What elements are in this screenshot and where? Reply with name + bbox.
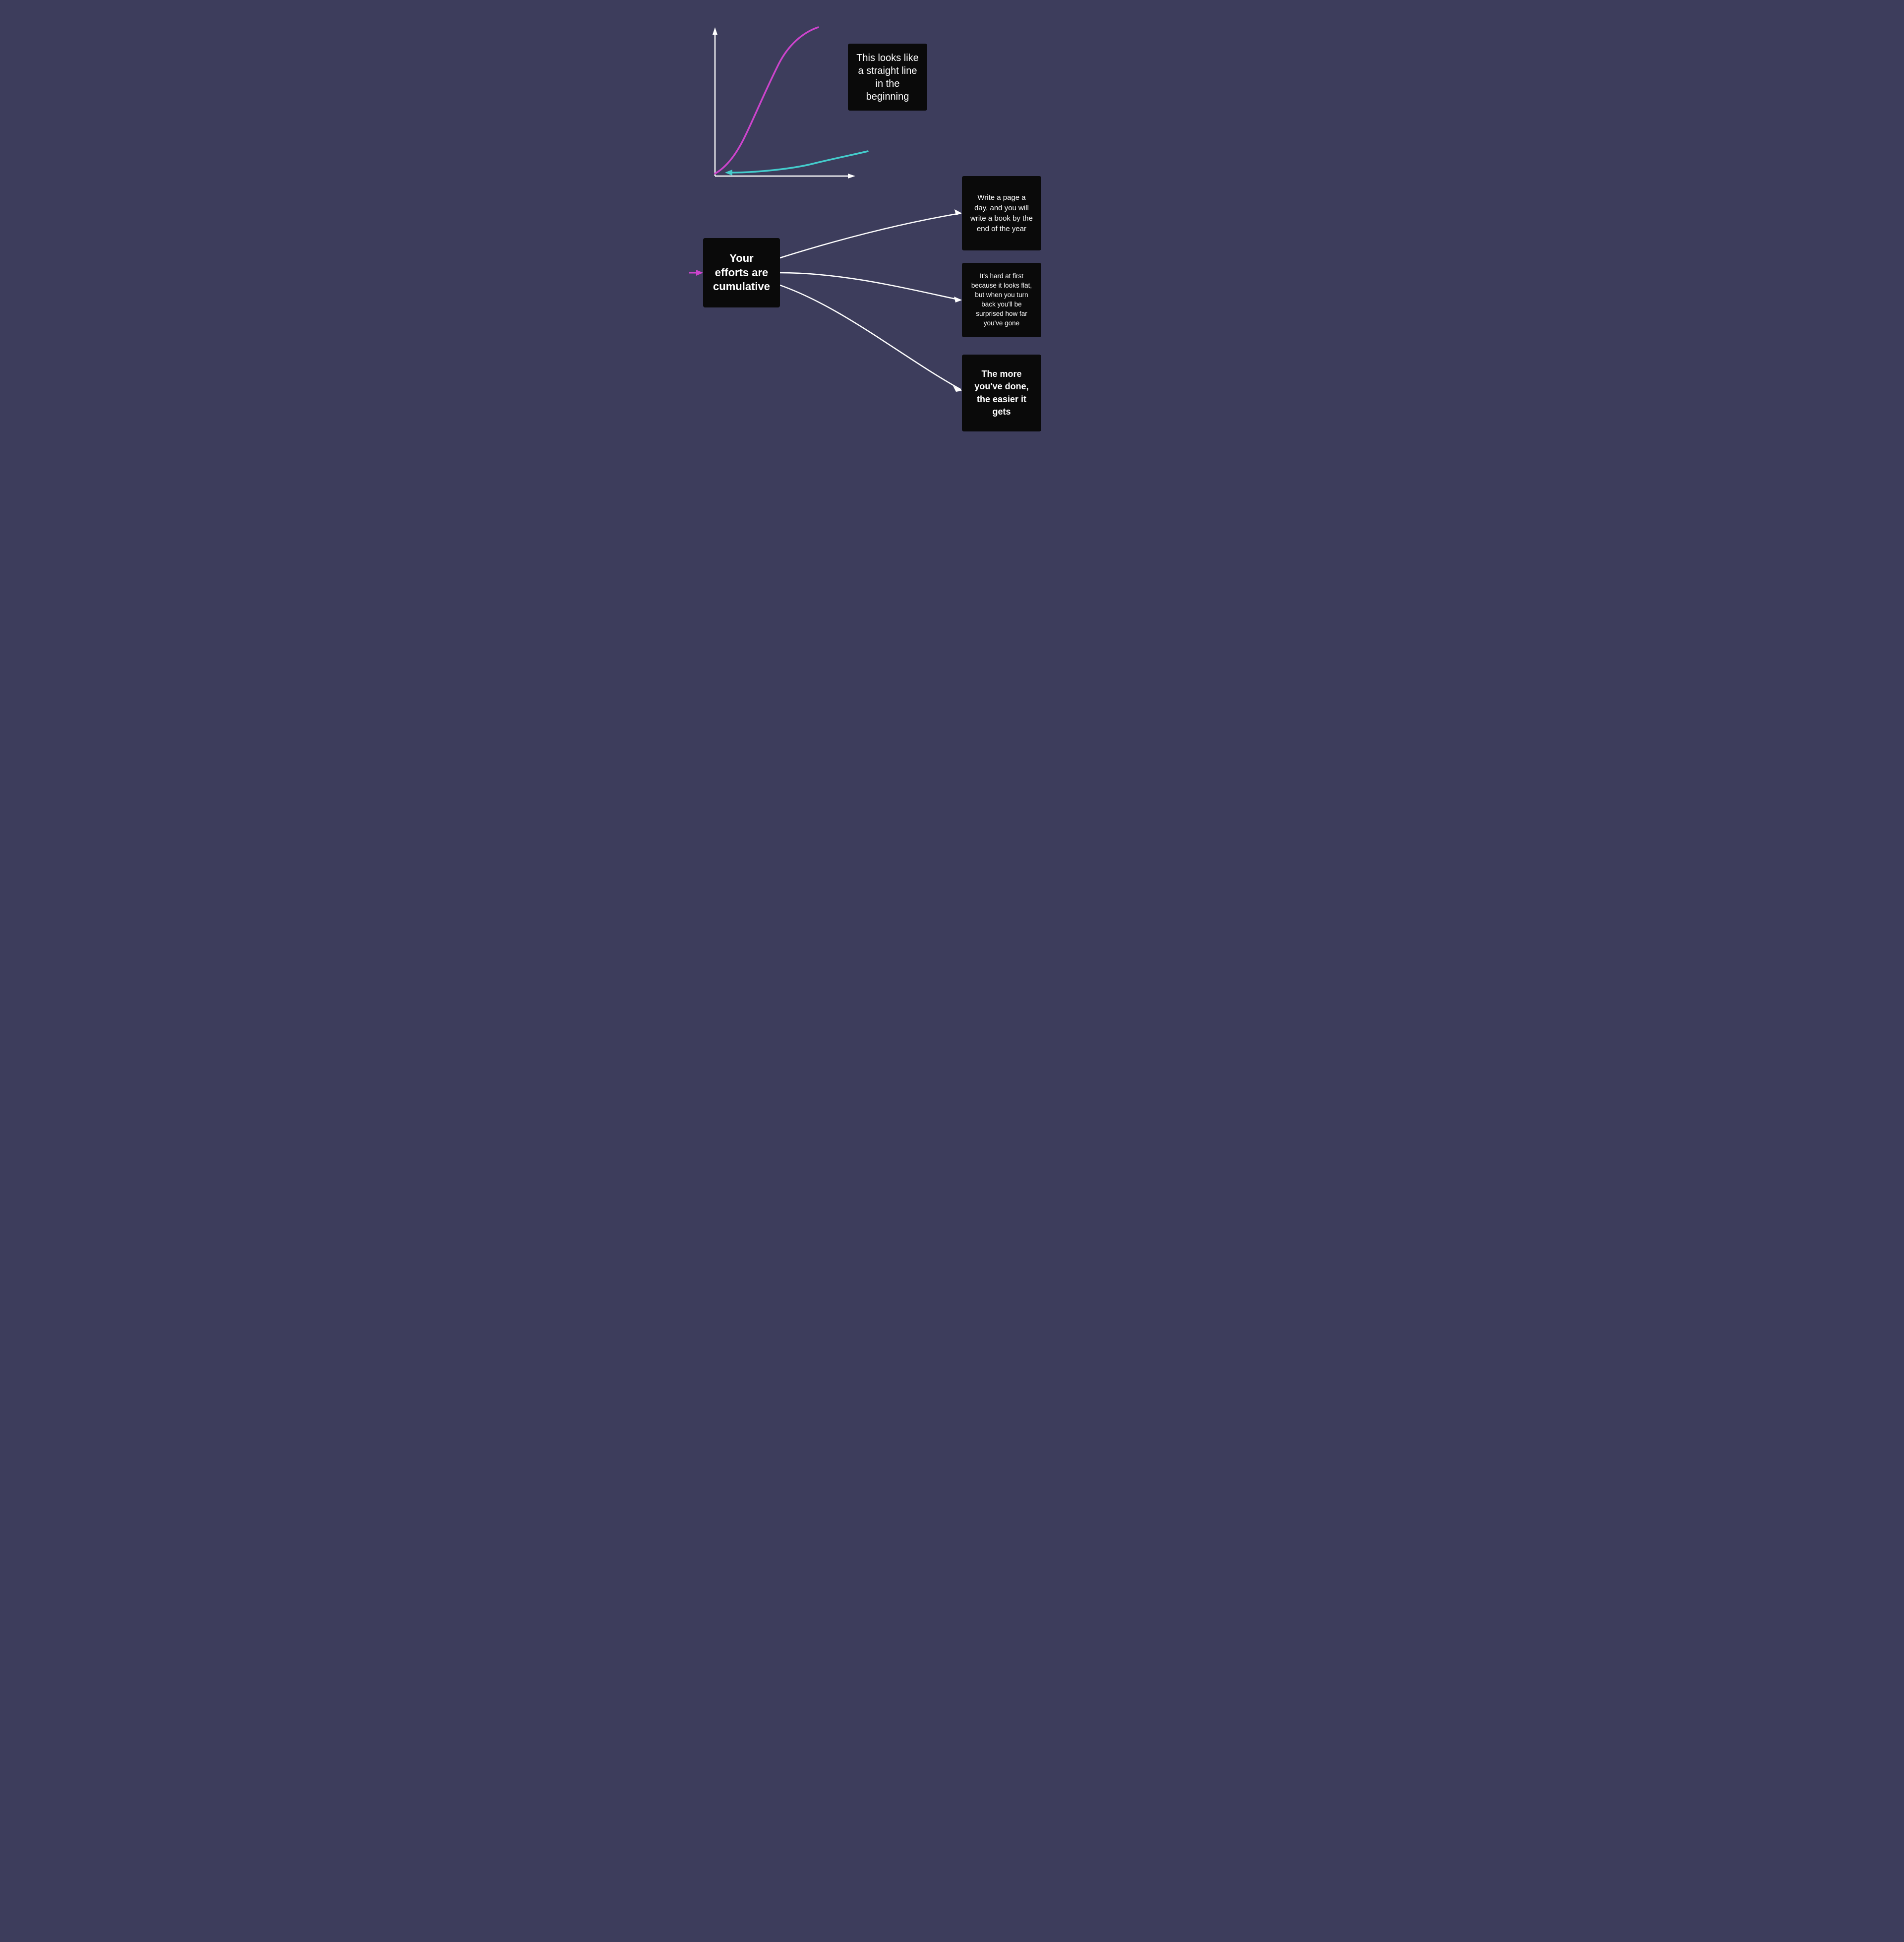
card-more-youve-done-text: The more you've done, the easier it gets	[970, 368, 1033, 418]
card-hard-at-first: It's hard at first because it looks flat…	[962, 263, 1041, 337]
card-hard-at-first-text: It's hard at first because it looks flat…	[970, 272, 1033, 328]
card-page-a-day: Write a page a day, and you will write a…	[962, 176, 1041, 250]
card-more-youve-done: The more you've done, the easier it gets	[962, 355, 1041, 431]
card-page-a-day-text: Write a page a day, and you will write a…	[970, 192, 1033, 234]
card-efforts-text: Your efforts are cumulative	[711, 251, 772, 294]
main-canvas: This looks like a straight line in the b…	[684, 0, 1220, 536]
card-straight-line: This looks like a straight line in the b…	[848, 44, 927, 111]
card-straight-line-text: This looks like a straight line in the b…	[856, 52, 919, 103]
card-efforts: Your efforts are cumulative	[703, 238, 780, 307]
